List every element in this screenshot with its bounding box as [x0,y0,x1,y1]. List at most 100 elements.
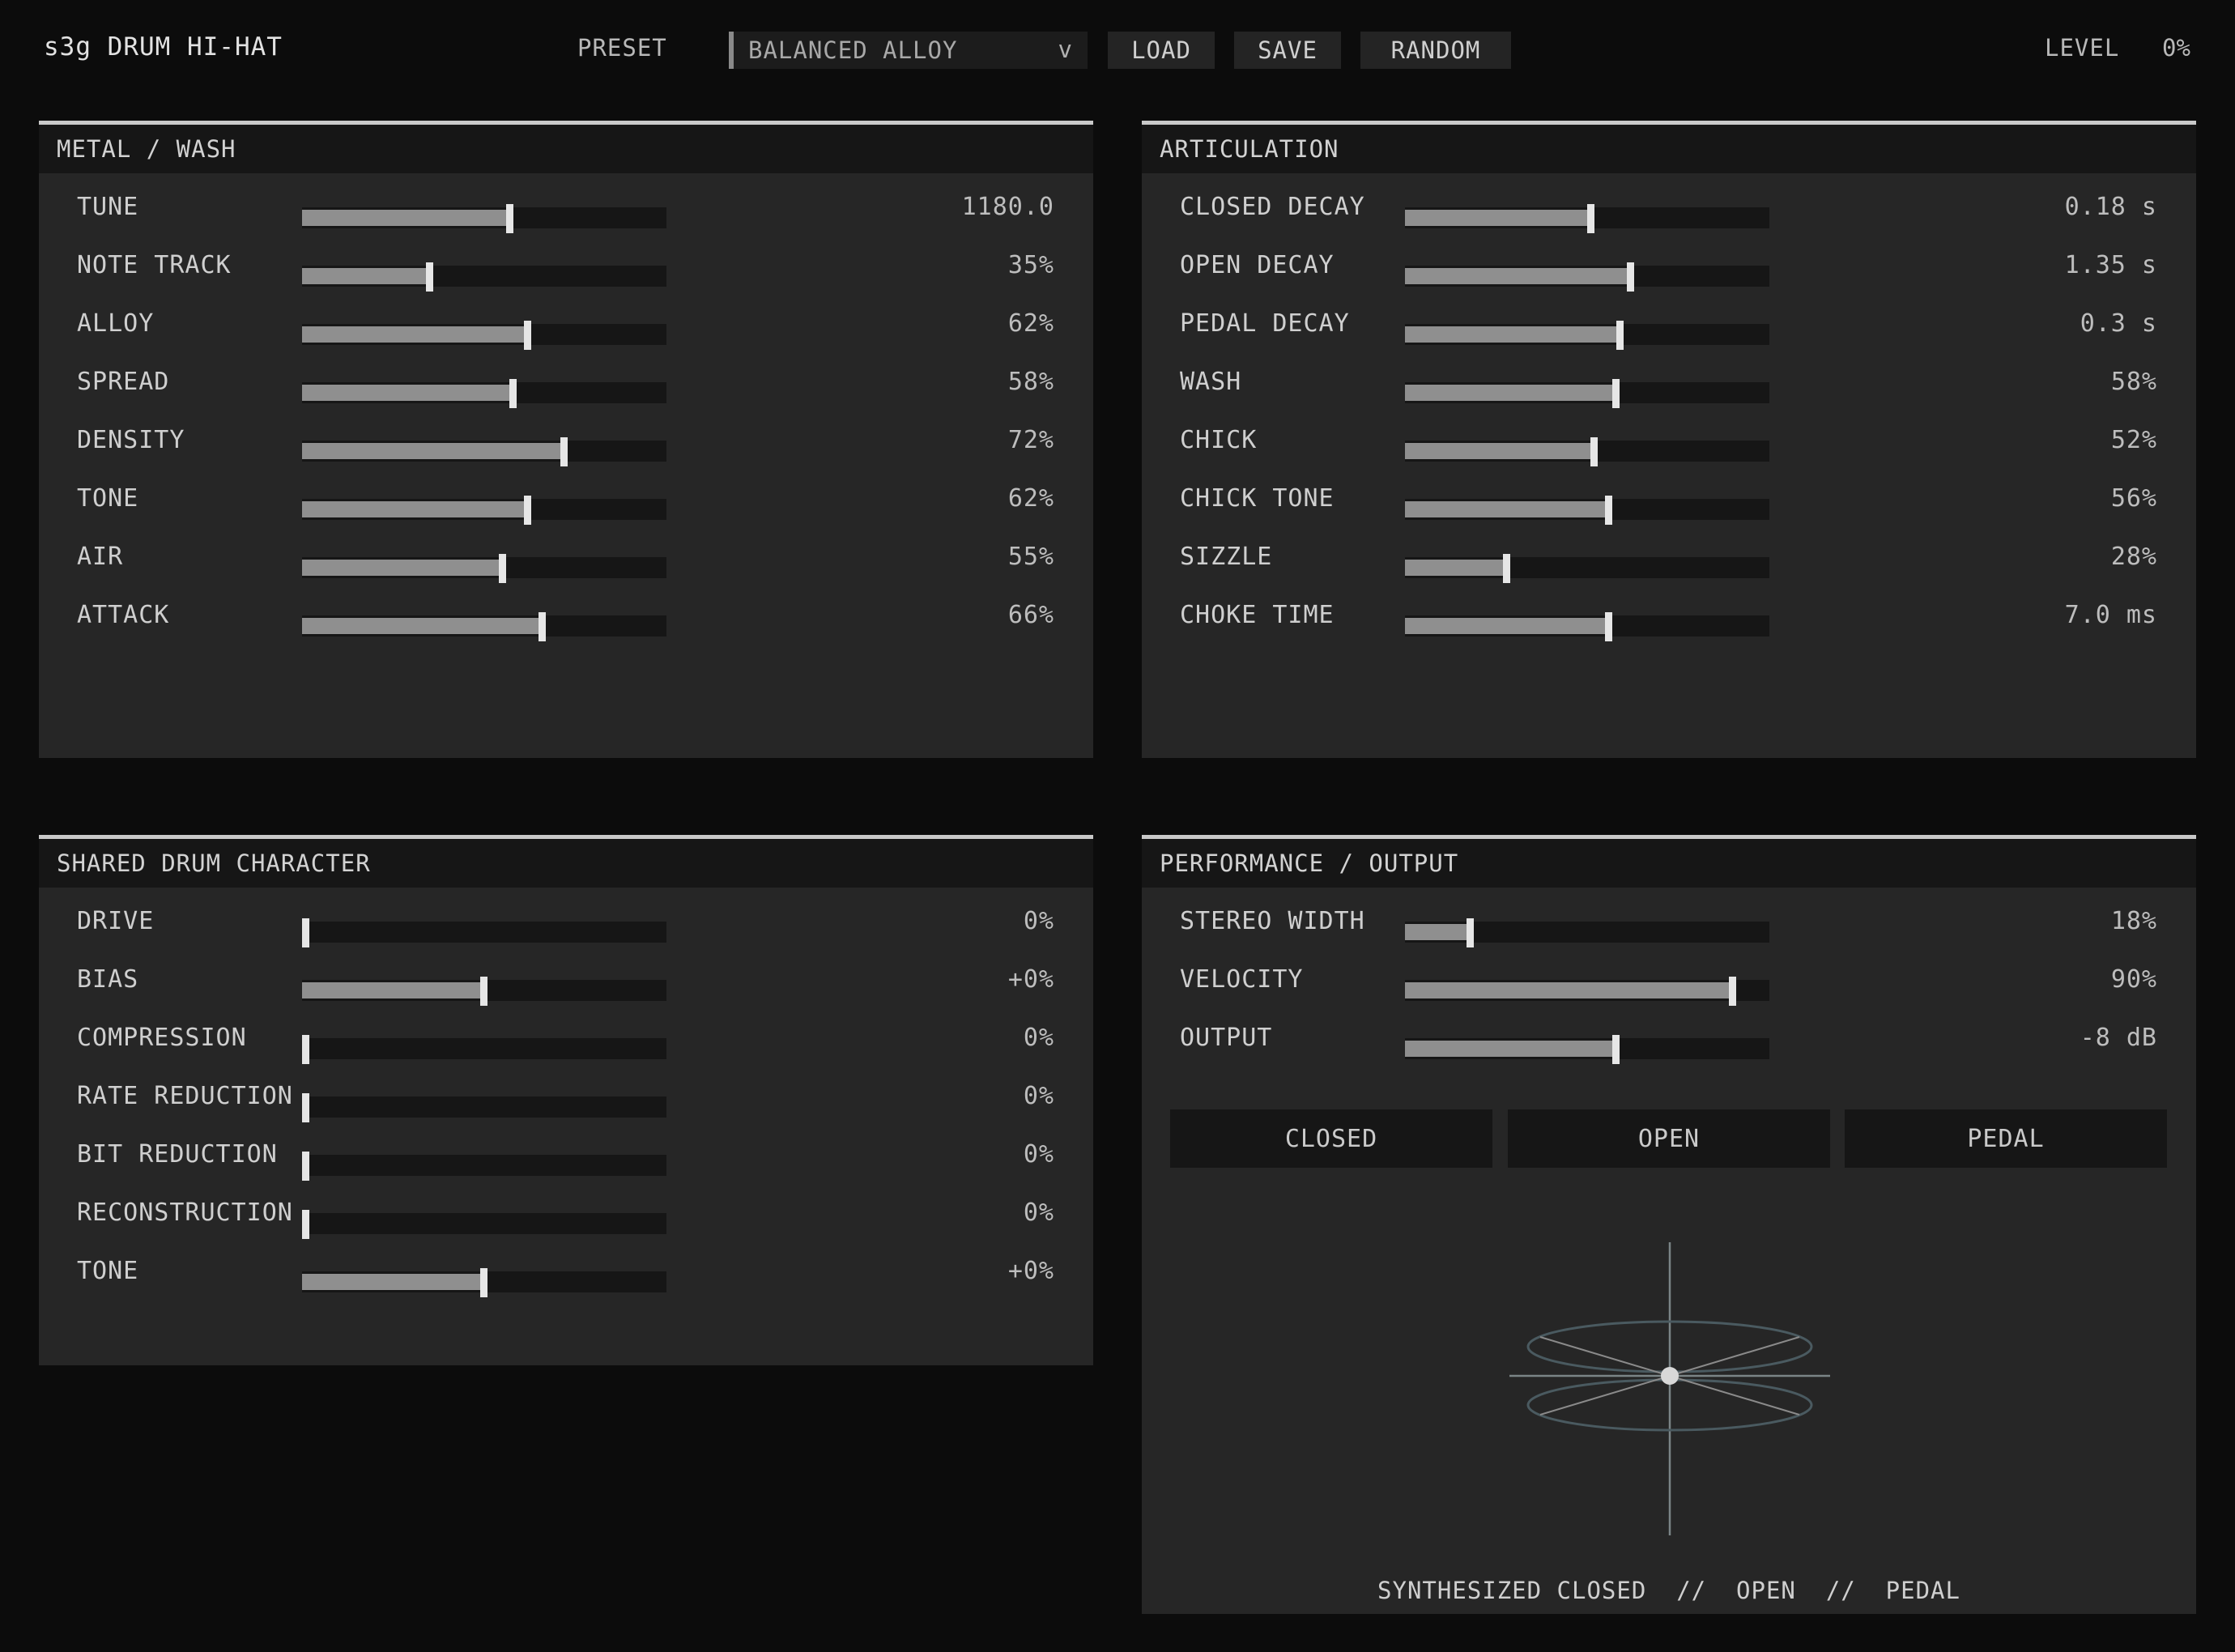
slider-thumb[interactable] [1612,1035,1620,1064]
param-row-bias: BIAS +0% [39,956,1093,1014]
output-slider[interactable] [1405,1035,1769,1064]
param-value: -8 dB [2080,1024,2157,1052]
slider-thumb[interactable] [302,1035,309,1064]
mode-closed-button[interactable]: CLOSED [1170,1109,1492,1168]
slider-fill [1405,560,1507,576]
slider-thumb[interactable] [1503,554,1510,583]
closed-decay-slider[interactable] [1405,204,1769,233]
slider-thumb[interactable] [1616,321,1624,350]
param-row-tone: TONE +0% [39,1247,1093,1305]
slider-thumb[interactable] [1729,977,1736,1006]
param-row-tone: TONE 62% [39,475,1093,533]
param-row-sizzle: SIZZLE 28% [1142,533,2196,591]
param-value: 0.18 s [2064,193,2157,221]
slider-thumb[interactable] [302,1152,309,1181]
alloy-slider[interactable] [302,321,666,350]
slider-thumb[interactable] [1605,496,1612,525]
slider-thumb[interactable] [505,204,513,233]
rate-reduction-slider[interactable] [302,1093,666,1122]
slider-thumb[interactable] [498,554,506,583]
random-button[interactable]: RANDOM [1360,32,1511,69]
slider-thumb[interactable] [480,977,487,1006]
param-value: 1.35 s [2064,251,2157,279]
slider-fill [302,560,503,576]
param-value: 1180.0 [961,193,1054,221]
air-slider[interactable] [302,554,666,583]
spread-slider[interactable] [302,379,666,408]
articulation-footer: SYNTHESIZED CLOSED // OPEN // PEDAL [1377,1577,1960,1604]
density-slider[interactable] [302,437,666,466]
slider-fill [302,982,484,998]
param-row-choke-time: CHOKE TIME 7.0 ms [1142,591,2196,649]
tone-slider[interactable] [302,1268,666,1297]
stereo-width-slider[interactable] [1405,918,1769,947]
slider-thumb[interactable] [1612,379,1620,408]
param-row-attack: ATTACK 66% [39,591,1093,649]
slider-thumb[interactable] [1590,437,1598,466]
param-value: 58% [2110,368,2157,396]
param-value: 62% [1007,484,1054,513]
param-label: CHICK TONE [1180,484,1335,513]
param-value: 0% [1023,1140,1054,1169]
param-value: 18% [2110,907,2157,935]
slider-thumb[interactable] [1586,204,1594,233]
slider-fill [1405,924,1471,940]
param-label: CHICK [1180,426,1258,454]
drive-slider[interactable] [302,918,666,947]
preset-label: PRESET [577,34,667,62]
panel-title: ARTICULATION [1142,125,2196,173]
slider-thumb[interactable] [560,437,568,466]
tone-slider[interactable] [302,496,666,525]
param-value: 66% [1007,601,1054,629]
slider-fill [302,1274,484,1290]
slider-fill [1405,1041,1616,1057]
attack-slider[interactable] [302,612,666,641]
preset-dropdown[interactable]: BALANCED ALLOY v [729,32,1088,69]
save-button[interactable]: SAVE [1234,32,1341,69]
slider-thumb[interactable] [302,1093,309,1122]
note-track-slider[interactable] [302,262,666,292]
slider-thumb[interactable] [539,612,546,641]
tune-slider[interactable] [302,204,666,233]
slider-thumb[interactable] [302,1210,309,1239]
slider-thumb[interactable] [1467,918,1474,947]
slider-thumb[interactable] [524,496,531,525]
param-value: 0% [1023,1024,1054,1052]
sizzle-slider[interactable] [1405,554,1769,583]
panel-title: SHARED DRUM CHARACTER [39,839,1093,888]
performance-output-panel: PERFORMANCE / OUTPUT STEREO WIDTH 18% VELO… [1142,835,2196,1614]
mode-pedal-button[interactable]: PEDAL [1845,1109,2167,1168]
slider-thumb[interactable] [524,321,531,350]
param-row-chick-tone: CHICK TONE 56% [1142,475,2196,533]
slider-thumb[interactable] [1627,262,1634,292]
bias-slider[interactable] [302,977,666,1006]
slider-thumb[interactable] [302,918,309,947]
chick-tone-slider[interactable] [1405,496,1769,525]
bit-reduction-slider[interactable] [302,1152,666,1181]
param-label: CHOKE TIME [1180,601,1335,629]
mode-open-button[interactable]: OPEN [1508,1109,1830,1168]
param-value: 0% [1023,1199,1054,1227]
slider-thumb[interactable] [425,262,433,292]
chevron-down-icon: v [1058,36,1073,63]
slider-thumb[interactable] [1605,612,1612,641]
slider-thumb[interactable] [480,1268,487,1297]
param-label: BIAS [77,965,139,994]
velocity-slider[interactable] [1405,977,1769,1006]
choke-time-slider[interactable] [1405,612,1769,641]
wash-slider[interactable] [1405,379,1769,408]
open-decay-slider[interactable] [1405,262,1769,292]
param-label: WASH [1180,368,1242,396]
pedal-decay-slider[interactable] [1405,321,1769,350]
param-label: TONE [77,1257,139,1285]
slider-fill [1405,268,1631,284]
compression-slider[interactable] [302,1035,666,1064]
reconstruction-slider[interactable] [302,1210,666,1239]
panel-title: METAL / WASH [39,125,1093,173]
load-button[interactable]: LOAD [1108,32,1215,69]
chick-slider[interactable] [1405,437,1769,466]
slider-fill [1405,210,1591,226]
slider-thumb[interactable] [509,379,517,408]
articulation-panel: ARTICULATION CLOSED DECAY 0.18 s OPEN DECA… [1142,121,2196,758]
param-label: SIZZLE [1180,543,1273,571]
